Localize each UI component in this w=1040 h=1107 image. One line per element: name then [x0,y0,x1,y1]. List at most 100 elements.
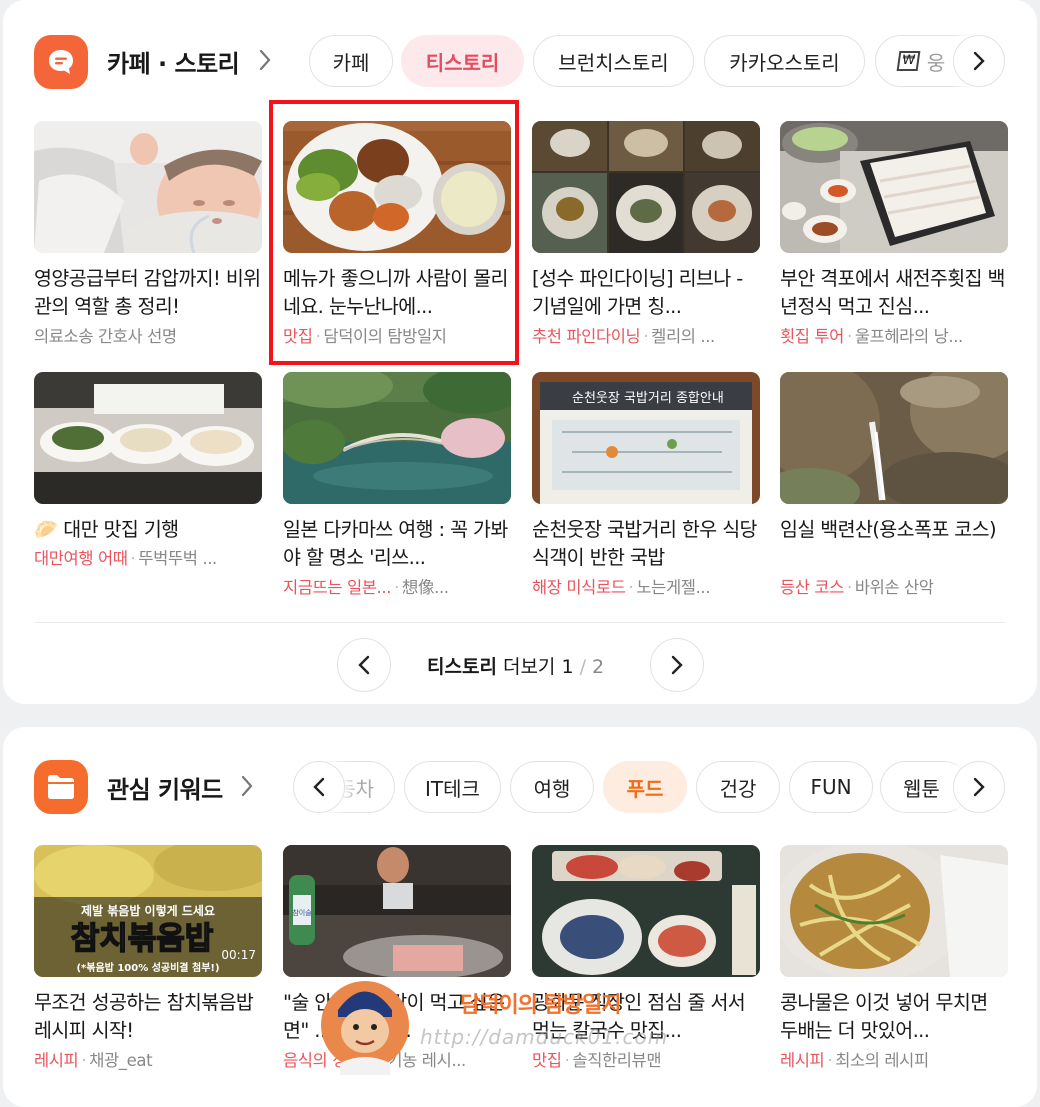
post-thumbnail[interactable] [532,845,760,977]
section-title[interactable]: 관심 키워드 [107,770,223,805]
post-source[interactable]: 뚜벅뚜벅 ... [138,549,217,568]
total-pages: 2 [591,656,605,678]
section-title[interactable]: 카페 · 스토리 [107,44,240,79]
post-category[interactable]: 음식의 정석 [283,1051,362,1070]
chat-bubble-icon[interactable] [34,35,88,89]
chevron-right-icon [973,51,985,71]
post-thumbnail[interactable]: 참이슬 [283,845,511,977]
post-title[interactable]: [성수 파인다이닝] 리브나 - 기념일에 가면 칭... [532,265,760,321]
post-thumbnail[interactable] [780,372,1008,504]
tab-health[interactable]: 건강 [696,761,780,813]
pagination-label[interactable]: 티스토리 더보기 1/2 [427,652,604,679]
post-source[interactable]: 켈리의 ... [651,327,715,346]
post-thumbnail[interactable]: 제발 볶음밥 이렇게 드세요 참치볶음밥 (*볶음밥 100% 성공비결 첨부!… [34,845,262,977]
post-title[interactable]: 무조건 성공하는 참치볶음밥 레시피 시작! [34,989,262,1045]
tab-tistory[interactable]: 티스토리 [401,35,524,87]
post-title[interactable]: "술 안마셔도 같이 먹고 싶은 면" ... 걸릴 수... [283,989,511,1045]
soju-label: 참이슬 [292,908,312,917]
post-source[interactable]: 유기농 레시... [373,1051,467,1070]
post-card[interactable]: 제발 볶음밥 이렇게 드세요 참치볶음밥 (*볶음밥 100% 성공비결 첨부!… [34,845,262,1075]
chevron-left-icon [358,655,370,675]
post-card[interactable]: 콩나물은 이것 넣어 무치면 두배는 더 맛있어... 레시피 · 최소의 레시피 [780,845,1008,1075]
post-meta: 횟집 투어 · 울프헤라의 낭... [780,327,963,346]
current-page: 1 [561,656,574,678]
section-header: 카페 · 스토리 카페 티스토리 브런치스토리 카카오스토리 ₩ 웅 [3,0,1037,122]
post-thumbnail[interactable] [780,121,1008,253]
post-category[interactable]: 횟집 투어 [780,327,844,346]
folder-icon[interactable] [34,760,88,814]
chevron-right-icon[interactable] [240,774,254,798]
post-title[interactable]: 순천웃장 국밥거리 한우 식당 식객이 반한 국밥 [532,516,760,572]
post-category[interactable]: 레시피 [34,1051,79,1070]
post-thumbnail[interactable] [34,372,262,504]
post-card[interactable]: 광화문 직장인 점심 줄 서서 먹는 칼국수 맛집... 맛집 · 솔직한리뷰맨 [532,845,760,1075]
post-meta: 해장 미식로드 · 노는게젤... [532,578,711,597]
won-sign-icon: ₩ [896,51,921,71]
tab-food[interactable]: 푸드 [603,761,687,813]
post-thumbnail[interactable] [780,845,1008,977]
post-thumbnail[interactable] [532,121,760,253]
post-meta: 등산 코스 · 바위손 산악 [780,578,934,597]
tab-cafe[interactable]: 카페 [309,35,393,87]
post-title[interactable]: 광화문 직장인 점심 줄 서서 먹는 칼국수 맛집... [532,989,760,1045]
post-source[interactable]: 노는게젤... [636,578,710,597]
post-category[interactable]: 맛집 [283,327,313,346]
post-source[interactable]: 채광_eat [89,1051,152,1070]
post-title[interactable]: 메뉴가 좋으니까 사람이 몰리네요. 눈누난나에... [283,265,511,321]
tab-fun[interactable]: FUN [789,761,873,813]
post-category[interactable]: 대만여행 어때 [34,549,128,568]
tab-it-tech[interactable]: IT테크 [404,761,501,813]
tabs-next-button[interactable] [953,35,1005,87]
post-card[interactable]: 일본 다카마쓰 여행 : 꼭 가봐야 할 명소 '리쓰... 지금뜨는 일본..… [283,372,511,602]
post-meta: 추천 파인다이닝 · 켈리의 ... [532,327,715,346]
post-meta: 의료소송 간호사 선명 [34,326,262,348]
post-card[interactable]: 순천웃장 국밥거리 종합안내 순천웃장 국밥거리 한우 식당 식객이 반한 국밥… [532,372,760,602]
post-card[interactable]: 부안 격포에서 새전주횟집 백년정식 먹고 진심... 횟집 투어 · 울프헤라의 … [780,121,1008,351]
post-category[interactable]: 레시피 [780,1051,825,1070]
post-title[interactable]: 영양공급부터 감압까지! 비위관의 역할 총 정리! [34,265,262,321]
post-title[interactable]: 부안 격포에서 새전주횟집 백년정식 먹고 진심... [780,265,1008,321]
post-source[interactable]: 담덕이의 탐방일지 [323,327,446,346]
post-thumbnail[interactable] [283,121,511,253]
chevron-right-icon[interactable] [258,48,272,72]
post-category[interactable]: 추천 파인다이닝 [532,327,641,346]
tabs-prev-button[interactable] [293,761,345,813]
post-thumbnail[interactable] [34,121,262,253]
chevron-right-icon [671,655,683,675]
post-card[interactable]: 영양공급부터 감압까지! 비위관의 역할 총 정리! 의료소송 간호사 선명 [34,121,262,351]
post-source[interactable]: 솔직한리뷰맨 [572,1051,661,1070]
post-category[interactable]: 지금뜨는 일본... [283,578,391,597]
post-category[interactable]: 등산 코스 [780,578,844,597]
post-source[interactable]: 想像... [402,578,449,597]
post-card[interactable]: 임실 백련산(용소폭포 코스) 등산 코스 · 바위손 산악 [780,372,1008,602]
tabs-next-button[interactable] [953,761,1005,813]
post-title[interactable]: 임실 백련산(용소폭포 코스) [780,516,1008,544]
tab-brunch-story[interactable]: 브런치스토리 [533,35,694,87]
chevron-left-icon [313,777,325,797]
post-card[interactable]: 참이슬 "술 안마셔도 같이 먹고 싶은 면" ... 걸릴 수... 음식의 … [283,845,511,1075]
post-source[interactable]: 바위손 산악 [855,578,934,597]
tab-kakao-story[interactable]: 카카오스토리 [704,35,865,87]
next-page-button[interactable] [650,638,704,692]
post-card[interactable]: 메뉴가 좋으니까 사람이 몰리네요. 눈누난나에... 맛집 · 담덕이의 탐방일지 [283,121,511,351]
post-thumbnail[interactable] [283,372,511,504]
post-category[interactable]: 맛집 [532,1051,562,1070]
post-thumbnail[interactable]: 순천웃장 국밥거리 종합안내 [532,372,760,504]
thumb-subcaption: (*볶음밥 100% 성공비결 첨부!) [76,961,219,974]
post-category[interactable]: 해장 미식로드 [532,578,626,597]
pagination: 티스토리 더보기 1/2 [3,638,1037,692]
interest-keyword-section: 관심 키워드 동차 IT테크 여행 푸드 건강 FUN 웹툰 제발 볶음밥 이렇… [3,727,1037,1107]
post-card[interactable]: [성수 파인다이닝] 리브나 - 기념일에 가면 칭... 추천 파인다이닝 · 켈… [532,121,760,351]
post-card[interactable]: 🥟 대만 맛집 기행 대만여행 어때 · 뚜벅뚜벅 ... [34,372,262,602]
prev-page-button[interactable] [337,638,391,692]
tab-travel[interactable]: 여행 [510,761,594,813]
post-title[interactable]: 콩나물은 이것 넣어 무치면 두배는 더 맛있어... [780,989,1008,1045]
post-title[interactable]: 일본 다카마쓰 여행 : 꼭 가봐야 할 명소 '리쓰... [283,516,511,572]
post-source[interactable]: 최소의 레시피 [835,1051,929,1070]
post-source[interactable]: 울프헤라의 낭... [855,327,963,346]
post-meta: 레시피 · 채광_eat [34,1051,153,1070]
post-title[interactable]: 🥟 대만 맛집 기행 [34,516,262,544]
thumb-headline: 참치볶음밥 [71,921,214,957]
post-meta: 맛집 · 솔직한리뷰맨 [532,1051,662,1070]
post-source[interactable]: 의료소송 간호사 선명 [34,327,177,346]
